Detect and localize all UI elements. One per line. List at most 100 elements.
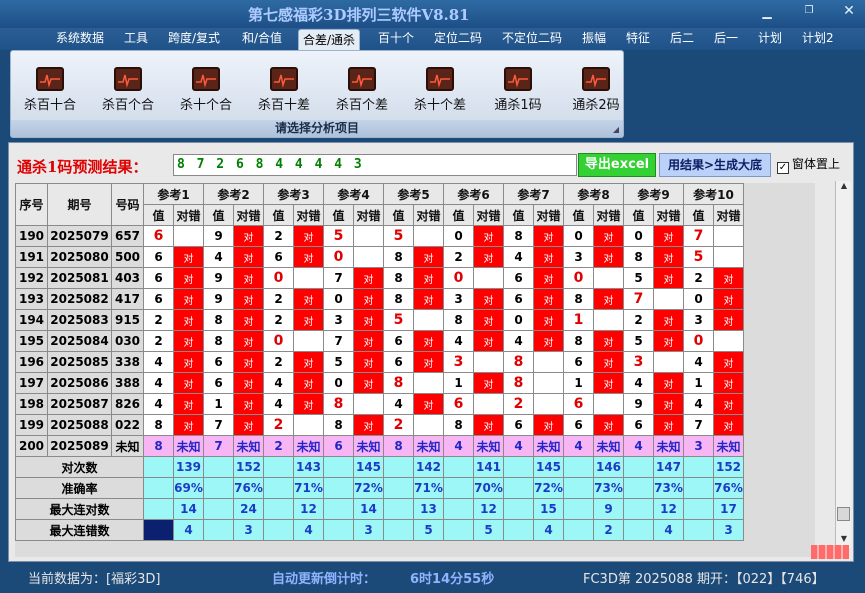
table-row[interactable]: 193 2025082 417 6 对 9 对 2 对 0 对 8 对 3 对 6 对 8 对 7 0 对 (15, 288, 744, 310)
menu-tools[interactable]: 工具 (120, 28, 152, 50)
menu-sum-diff-kill[interactable]: 合差/通杀 (298, 29, 361, 50)
menu-sum[interactable]: 和/合值 (238, 28, 286, 50)
cell-pending-status: 未知 (413, 435, 444, 457)
cell-hit: 对 (473, 372, 504, 394)
ribbon-item-kill-one-code[interactable]: 通杀1码 (483, 67, 553, 117)
dialog-launcher-icon[interactable]: ◢ (613, 125, 619, 134)
cell-value: 6 (563, 393, 594, 415)
ribbon-item-label: 通杀1码 (494, 98, 542, 113)
col-header-number: 号码 (111, 183, 144, 226)
cell-seq: 194 (15, 309, 48, 331)
vertical-scrollbar[interactable]: ▲ ▼ (835, 181, 851, 548)
close-icon[interactable]: ✕ (840, 3, 858, 19)
export-excel-button[interactable]: 导出excel (578, 153, 656, 177)
topmost-checkbox[interactable]: ✓ 窗体置上 (777, 155, 840, 174)
cell-value: 0 (443, 225, 474, 247)
scroll-up-icon[interactable]: ▲ (836, 181, 852, 195)
cell-value: 3 (443, 351, 474, 373)
stats-value: 70% (473, 477, 504, 499)
cell-value: 3 (563, 246, 594, 268)
cell-hit: 对 (233, 246, 264, 268)
ribbon-item-kill-shi-ge-diff[interactable]: 杀十个差 (405, 67, 475, 117)
cell-value: 2 (263, 414, 294, 436)
menu-hundreds-tens-units[interactable]: 百十个 (374, 28, 418, 50)
cell-value: 5 (383, 225, 414, 247)
col-header-ref: 参考2 (203, 183, 264, 205)
cell-pending-status: 未知 (173, 435, 204, 457)
table-row[interactable]: 192 2025081 403 6 对 9 对 0 7 对 8 对 0 6 对 0 5 对 2 对 (15, 267, 744, 289)
checkbox-icon[interactable]: ✓ (777, 162, 789, 174)
col-header-ref: 参考6 (443, 183, 504, 205)
table-row[interactable]: 191 2025080 500 6 对 4 对 6 对 0 8 对 2 对 4 对 3 对 8 对 5 (15, 246, 744, 268)
menu-plan-2[interactable]: 计划2 (798, 28, 838, 50)
cell-value: 2 (503, 393, 534, 415)
cell-value: 5 (683, 246, 714, 268)
results-table: 序号 期号 号码 参考1 参考2 参考3 参考4 参考5 参考6 参考7 参考8 参考9 参考10 值对错… (15, 183, 744, 541)
menu-plan[interactable]: 计划 (754, 28, 786, 50)
cell-hit: 对 (353, 414, 384, 436)
cell-hit: 对 (653, 246, 684, 268)
cell-miss (473, 351, 504, 373)
generate-base-button[interactable]: 用结果>生成大底 (659, 153, 771, 177)
table-row[interactable]: 195 2025084 030 2 对 8 对 0 7 对 6 对 4 对 4 对 8 对 5 对 0 (15, 330, 744, 352)
resize-grip[interactable] (811, 545, 849, 559)
subheader-value: 值 (443, 204, 474, 226)
ribbon-item-kill-bai-shi-diff[interactable]: 杀百十差 (249, 67, 319, 117)
cell-hit: 对 (173, 372, 204, 394)
cell-value: 8 (503, 372, 534, 394)
cell-hit: 对 (173, 330, 204, 352)
table-row[interactable]: 196 2025085 338 4 对 6 对 2 对 5 对 6 对 3 8 6 对 3 4 对 (15, 351, 744, 373)
cell-hit: 对 (653, 309, 684, 331)
cell-value: 8 (383, 246, 414, 268)
menu-span-compound[interactable]: 跨度/复式 (164, 28, 224, 50)
menu-unfixed-two[interactable]: 不定位二码 (498, 28, 566, 50)
menu-system-data[interactable]: 系统数据 (52, 28, 108, 50)
cell-seq: 191 (15, 246, 48, 268)
stats-value: 24 (233, 498, 264, 520)
menu-last-one[interactable]: 后一 (710, 28, 742, 50)
cell-number: 未知 (111, 435, 144, 457)
cell-value: 2 (443, 246, 474, 268)
restore-icon[interactable]: ❐ (800, 5, 818, 16)
stats-spacer (383, 456, 414, 478)
cell-miss (353, 225, 384, 247)
prediction-result-field[interactable]: 8 7 2 6 8 4 4 4 4 3 (173, 154, 577, 176)
ribbon-item-kill-bai-shi-sum[interactable]: 杀百十合 (15, 67, 85, 117)
cell-value: 0 (683, 330, 714, 352)
cell-value: 1 (563, 372, 594, 394)
cell-hit: 对 (173, 309, 204, 331)
table-row[interactable]: 194 2025083 915 2 对 8 对 2 对 3 对 5 8 对 0 对 1 2 对 3 对 (15, 309, 744, 331)
table-row-pending[interactable]: 200 2025089 未知 8 未知 7 未知 2 未知 6 未知 8 未知 4 未知 4 未知 4 未知 4 未知 3… (15, 435, 744, 457)
table-row[interactable]: 197 2025086 388 4 对 6 对 4 对 0 对 8 1 对 8 1 对 4 对 1 对 (15, 372, 744, 394)
stats-value: 5 (413, 519, 444, 541)
menu-fixed-two[interactable]: 定位二码 (430, 28, 486, 50)
ribbon-item-kill-bai-ge-diff[interactable]: 杀百个差 (327, 67, 397, 117)
cell-hit: 对 (173, 288, 204, 310)
cell-seq: 199 (15, 414, 48, 436)
cell-hit: 对 (293, 225, 324, 247)
ribbon-item-kill-two-code[interactable]: 通杀2码 (561, 67, 631, 117)
stats-value: 139 (173, 456, 204, 478)
subheader-value: 值 (323, 204, 354, 226)
cell-value: 2 (143, 330, 174, 352)
menu-last-two[interactable]: 后二 (666, 28, 698, 50)
table-row[interactable]: 190 2025079 657 6 9 对 2 对 5 5 0 对 8 对 0 对 0 对 7 (15, 225, 744, 247)
cell-hit: 对 (713, 309, 744, 331)
col-header-ref: 参考10 (683, 183, 744, 205)
chart-icon (504, 67, 532, 91)
cell-miss (713, 246, 744, 268)
menu-amplitude[interactable]: 振幅 (578, 28, 610, 50)
ribbon-item-kill-shi-ge-sum[interactable]: 杀十个合 (171, 67, 241, 117)
minimize-icon[interactable]: ▁ (758, 5, 776, 19)
cell-value: 8 (323, 393, 354, 415)
cell-hit: 对 (473, 225, 504, 247)
scroll-thumb[interactable] (837, 507, 850, 521)
cell-value: 7 (683, 225, 714, 247)
stats-value: 14 (173, 498, 204, 520)
table-row[interactable]: 198 2025087 826 4 对 1 对 4 对 8 4 对 6 2 6 9 对 4 对 (15, 393, 744, 415)
menu-features[interactable]: 特征 (622, 28, 654, 50)
table-row[interactable]: 199 2025088 022 8 对 7 对 2 8 对 2 8 对 6 对 6 对 6 对 7 对 (15, 414, 744, 436)
cell-value: 0 (503, 309, 534, 331)
ribbon-item-kill-bai-ge-sum[interactable]: 杀百个合 (93, 67, 163, 117)
stats-spacer (143, 498, 174, 520)
